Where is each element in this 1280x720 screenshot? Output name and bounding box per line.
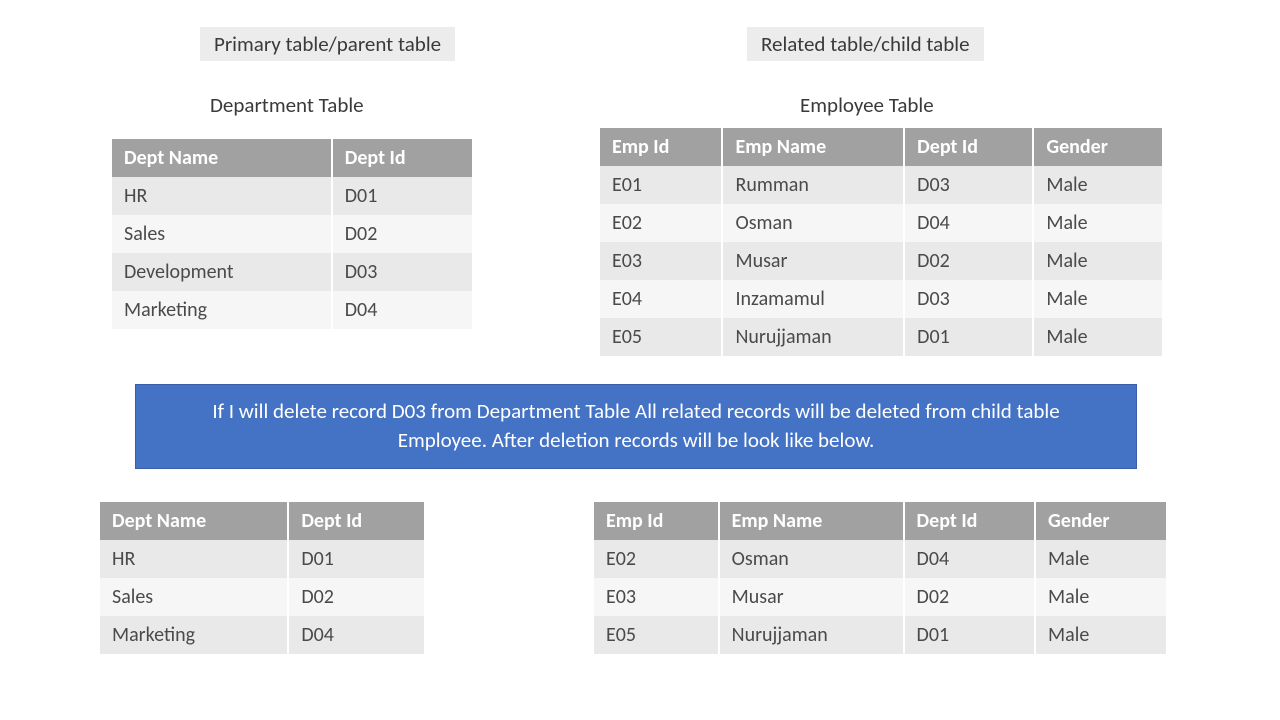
cell-name: Sales [100,578,288,616]
col-dept-id: Dept Id [288,502,424,540]
cell-id: E03 [594,578,719,616]
cell-dept: D04 [904,204,1033,242]
cell-dept: D03 [904,166,1033,204]
cell-dept: D04 [904,540,1036,578]
table-row: HRD01 [112,177,472,215]
cell-id: D02 [288,578,424,616]
cell-name: Inzamamul [722,280,904,318]
cell-gender: Male [1033,318,1162,356]
cell-id: E01 [600,166,722,204]
table-row: MarketingD04 [112,291,472,329]
department-table-before: Dept Name Dept Id HRD01SalesD02Developme… [112,139,472,329]
col-emp-name: Emp Name [722,128,904,166]
table-row: SalesD02 [100,578,424,616]
cell-name: Osman [722,204,904,242]
cell-name: Marketing [112,291,332,329]
primary-table-label: Primary table/parent table [200,27,455,61]
table-row: E03MusarD02Male [594,578,1166,616]
cell-name: Development [112,253,332,291]
table-row: E02OsmanD04Male [600,204,1162,242]
cell-id: E05 [600,318,722,356]
cell-name: Sales [112,215,332,253]
cell-id: E03 [600,242,722,280]
cell-name: HR [100,540,288,578]
cell-dept: D01 [904,616,1036,654]
cell-gender: Male [1033,166,1162,204]
table-row: E01RummanD03Male [600,166,1162,204]
cell-id: D02 [332,215,472,253]
cell-gender: Male [1035,616,1166,654]
table-row: HRD01 [100,540,424,578]
col-dept-name: Dept Name [100,502,288,540]
cell-id: D01 [288,540,424,578]
cell-gender: Male [1035,578,1166,616]
cell-id: E02 [594,540,719,578]
cell-gender: Male [1035,540,1166,578]
cell-dept: D02 [904,578,1036,616]
cell-dept: D02 [904,242,1033,280]
cell-name: Musar [719,578,904,616]
cell-id: E05 [594,616,719,654]
table-row: E04InzamamulD03Male [600,280,1162,318]
cell-name: Musar [722,242,904,280]
cell-gender: Male [1033,280,1162,318]
employee-table-before: Emp Id Emp Name Dept Id Gender E01Rumman… [600,128,1162,356]
cascade-delete-note: If I will delete record D03 from Departm… [135,384,1137,469]
cell-name: Nurujjaman [719,616,904,654]
employee-table-title: Employee Table [800,92,934,118]
col-emp-dept: Dept Id [904,502,1036,540]
table-row: MarketingD04 [100,616,424,654]
related-table-label: Related table/child table [747,27,984,61]
department-table-title: Department Table [210,92,364,118]
col-dept-id: Dept Id [332,139,472,177]
col-dept-name: Dept Name [112,139,332,177]
table-row: E03MusarD02Male [600,242,1162,280]
table-row: E05NurujjamanD01Male [600,318,1162,356]
table-row: DevelopmentD03 [112,253,472,291]
cell-id: D04 [332,291,472,329]
cell-gender: Male [1033,204,1162,242]
cell-name: HR [112,177,332,215]
col-emp-gender: Gender [1033,128,1162,166]
cell-dept: D03 [904,280,1033,318]
cell-id: D03 [332,253,472,291]
department-table-after: Dept Name Dept Id HRD01SalesD02Marketing… [100,502,424,654]
cell-id: E04 [600,280,722,318]
table-row: E02OsmanD04Male [594,540,1166,578]
cell-gender: Male [1033,242,1162,280]
employee-table-after: Emp Id Emp Name Dept Id Gender E02OsmanD… [594,502,1166,654]
col-emp-name: Emp Name [719,502,904,540]
table-row: E05NurujjamanD01Male [594,616,1166,654]
cell-name: Rumman [722,166,904,204]
col-emp-dept: Dept Id [904,128,1033,166]
cell-dept: D01 [904,318,1033,356]
cell-id: E02 [600,204,722,242]
cell-name: Nurujjaman [722,318,904,356]
cell-name: Osman [719,540,904,578]
col-emp-id: Emp Id [594,502,719,540]
col-emp-gender: Gender [1035,502,1166,540]
cell-id: D04 [288,616,424,654]
col-emp-id: Emp Id [600,128,722,166]
table-row: SalesD02 [112,215,472,253]
cell-id: D01 [332,177,472,215]
cell-name: Marketing [100,616,288,654]
